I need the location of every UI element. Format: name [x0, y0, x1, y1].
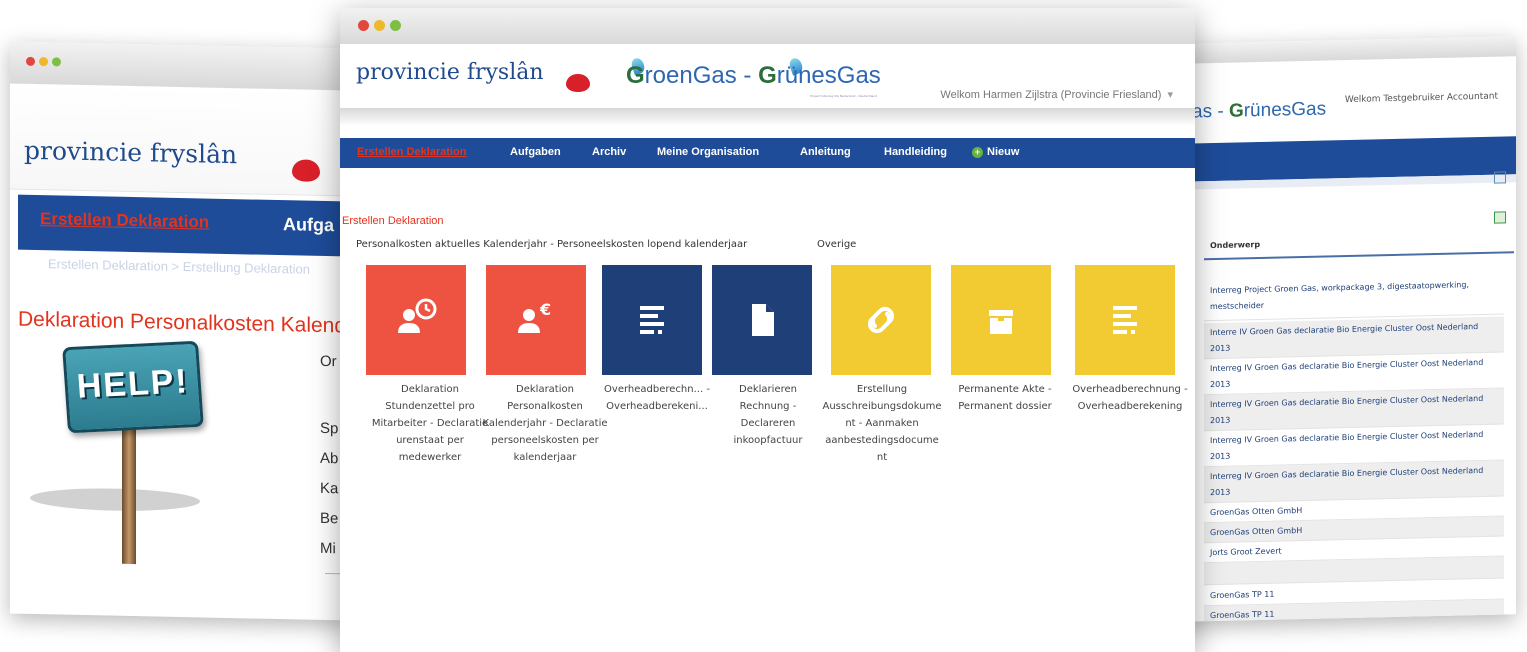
welcome-text: Welkom Harmen Zijlstra (Provincie Friesl… — [940, 89, 1162, 101]
header-shadow — [340, 108, 1195, 126]
list-icon — [602, 265, 702, 375]
nav-archiv[interactable]: Archiv — [592, 146, 626, 158]
right-window: as - GrünesGas Welkom Testgebruiker Acco… — [1180, 36, 1516, 622]
welcome-text[interactable]: Welkom Testgebruiker Accountant — [1345, 92, 1498, 105]
archive-box-icon — [951, 265, 1051, 375]
field-label: Mi — [320, 539, 336, 558]
maximize-dot-icon[interactable] — [52, 57, 61, 67]
minimize-dot-icon[interactable] — [374, 20, 385, 31]
svg-text:€: € — [539, 300, 551, 319]
tile-label[interactable]: Deklarieren Rechnung - Declareren inkoop… — [720, 381, 816, 449]
nav-aufgaben[interactable]: Aufga — [283, 214, 334, 236]
group-title-overige: Overige — [817, 239, 857, 250]
table-row[interactable]: Interreg Project Groen Gas, workpackage … — [1204, 274, 1504, 322]
help-sign-text: HELP! — [75, 362, 190, 406]
field-label: Ab — [320, 449, 339, 468]
header-divider — [1204, 251, 1514, 261]
field-label: Ka — [320, 479, 339, 498]
field-label: Sp — [320, 419, 339, 438]
center-window: provincie fryslân GroenGas - GrünesGas P… — [340, 8, 1195, 652]
tile-label[interactable]: Overheadberechn... - Overheadberekeni... — [602, 381, 712, 415]
nav-anleitung[interactable]: Anleitung — [800, 146, 851, 158]
nav-erstellen-deklaration[interactable]: Erstellen Deklaration — [357, 146, 466, 158]
tile-deklarieren-rechnung[interactable] — [712, 265, 812, 375]
link-icon — [831, 265, 931, 375]
field-label: Be — [320, 509, 339, 528]
nav-handleiding[interactable]: Handleiding — [884, 146, 947, 158]
document-icon — [712, 265, 812, 375]
project-subtitle: Project Interreg IVA Nederland - Deutsch… — [810, 94, 878, 98]
left-window: provincie fryslân Erstellen Deklaration … — [10, 41, 350, 621]
tile-label[interactable]: Overheadberechnung - Overheadberekening — [1067, 381, 1193, 415]
nav-meine-organisation[interactable]: Meine Organisation — [657, 146, 759, 158]
field-label: Or — [320, 352, 337, 371]
close-dot-icon[interactable] — [26, 56, 35, 66]
excel-icon[interactable] — [1494, 211, 1506, 224]
tile-overheadberechnung-2[interactable] — [1075, 265, 1175, 375]
help-sign-image: HELP! — [62, 340, 204, 434]
chevron-down-icon[interactable]: ▾ — [1167, 89, 1173, 101]
provincie-logo-text: provincie fryslân — [24, 135, 238, 170]
help-sign-shadow — [30, 486, 200, 513]
tile-label[interactable]: Deklaration Personalkosten Kalenderjahr … — [482, 381, 608, 466]
left-header: provincie fryslân — [10, 83, 350, 197]
export-icon[interactable] — [1494, 171, 1506, 184]
provincie-logo-text: provincie fryslân — [356, 60, 544, 85]
nav-nieuw[interactable]: + Nieuw — [972, 146, 1019, 158]
nav-aufgaben[interactable]: Aufgaben — [510, 146, 561, 158]
left-navbar: Erstellen Deklaration Aufga — [18, 194, 350, 257]
groengas-gruenesgas-logo: GroenGas - GrünesGas — [626, 62, 881, 89]
tile-stundenzettel[interactable] — [366, 265, 466, 375]
tile-personalkosten[interactable]: € — [486, 265, 586, 375]
main-navbar: Erstellen Deklaration Aufgaben Archiv Me… — [340, 138, 1195, 168]
tile-permanente-akte[interactable] — [951, 265, 1051, 375]
tile-ausschreibungsdokument[interactable] — [831, 265, 931, 375]
person-euro-icon: € — [486, 265, 586, 375]
person-clock-icon — [366, 265, 466, 375]
section-title: Deklaration Personalkosten Kalende — [18, 307, 350, 338]
maximize-dot-icon[interactable] — [390, 20, 401, 31]
page-title: Erstellen Deklaration — [342, 215, 444, 227]
list-icon — [1075, 265, 1175, 375]
tile-overheadberechnung-1[interactable] — [602, 265, 702, 375]
center-header: provincie fryslân GroenGas - GrünesGas P… — [340, 44, 1195, 108]
gruenes-gas-logo: as - GrünesGas — [1192, 98, 1327, 123]
tile-label[interactable]: Erstellung Ausschreibungsdokume nt - Aan… — [822, 381, 942, 466]
group-title-personalkosten: Personalkosten aktuelles Kalenderjahr - … — [356, 239, 748, 250]
user-menu[interactable]: Welkom Harmen Zijlstra (Provincie Friesl… — [940, 88, 1173, 101]
tile-label[interactable]: Deklaration Stundenzettel pro Mitarbeite… — [370, 381, 490, 466]
column-header-onderwerp[interactable]: Onderwerp — [1210, 240, 1260, 250]
heart-logo-icon — [292, 159, 320, 182]
nav-erstellen-deklaration[interactable]: Erstellen Deklaration — [40, 209, 209, 233]
help-sign-post — [122, 428, 136, 565]
breadcrumb: Erstellen Deklaration > Erstellung Dekla… — [48, 256, 310, 277]
center-titlebar — [340, 8, 1195, 45]
tile-label[interactable]: Permanente Akte - Permanent dossier — [950, 381, 1060, 415]
heart-logo-icon — [566, 74, 590, 92]
close-dot-icon[interactable] — [358, 20, 369, 31]
minimize-dot-icon[interactable] — [39, 57, 48, 67]
plus-icon: + — [972, 146, 983, 158]
